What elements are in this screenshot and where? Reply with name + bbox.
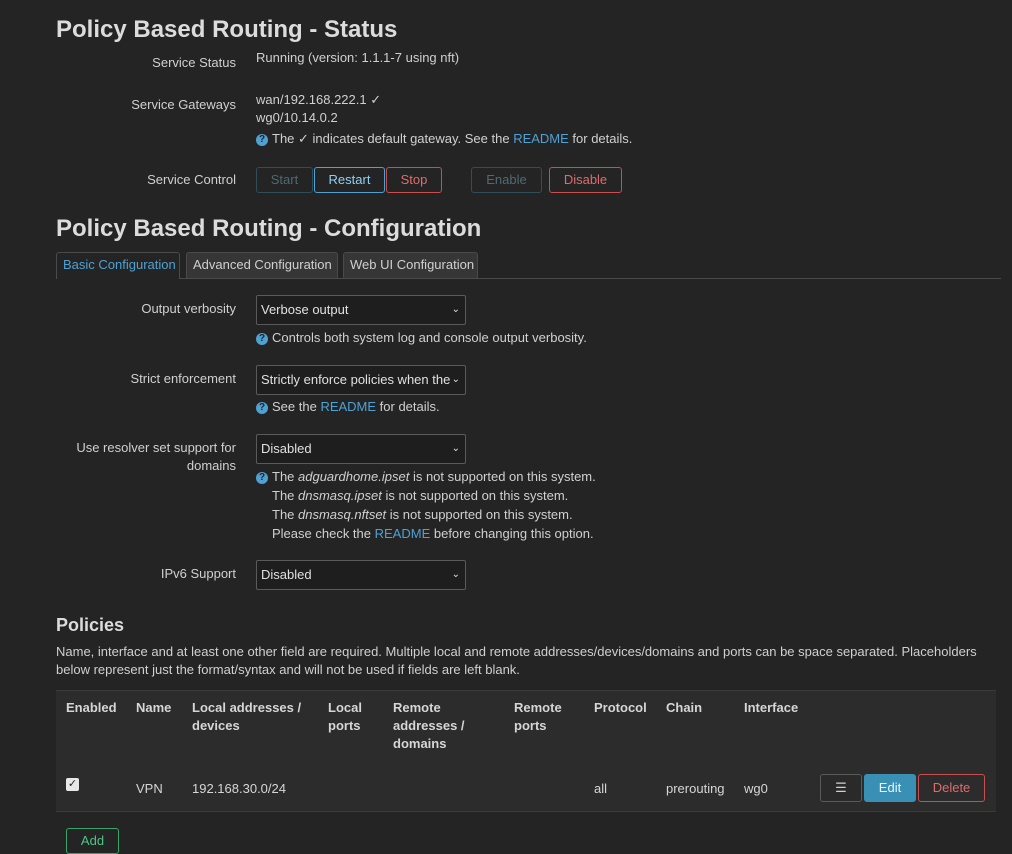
- col-chain: Chain: [666, 700, 703, 715]
- resolver-selected-value: Disabled: [261, 441, 312, 456]
- help-icon: ?: [256, 134, 268, 146]
- text: The: [272, 507, 299, 522]
- restart-button[interactable]: Restart: [314, 167, 385, 193]
- col-remote-ports: Remote ports: [514, 700, 562, 733]
- col-name: Name: [136, 700, 172, 715]
- set-name: adguardhome.ipset: [298, 469, 410, 484]
- drag-menu-button[interactable]: ☰: [820, 774, 862, 802]
- gateway-note: ? The ✓ indicates default gateway. See th…: [256, 129, 632, 148]
- set-name: dnsmasq.nftset: [298, 507, 387, 522]
- service-gateways-label: Service Gateways: [131, 97, 236, 112]
- add-policy-button[interactable]: Add: [66, 828, 119, 854]
- cell-chain: prerouting: [666, 781, 725, 796]
- text: before changing this option.: [430, 526, 594, 541]
- chevron-down-icon: ⌄: [451, 374, 460, 385]
- disable-button[interactable]: Disable: [549, 167, 622, 193]
- enabled-checkbox[interactable]: ✓: [66, 778, 79, 791]
- cell-local-addresses: 192.168.30.0/24: [192, 781, 286, 796]
- resolver-select[interactable]: Disabled ⌄: [256, 434, 466, 464]
- config-tabs: Basic Configuration Advanced Configurati…: [56, 252, 1001, 279]
- text: Please check the: [272, 526, 375, 541]
- text: is not supported on this system.: [386, 507, 573, 522]
- stop-button[interactable]: Stop: [386, 167, 442, 193]
- cell-interface: wg0: [744, 781, 768, 796]
- chevron-down-icon: ⌄: [451, 443, 460, 454]
- table-header: Enabled Name Local addresses / devices L…: [56, 690, 996, 766]
- help-icon: ?: [256, 472, 268, 484]
- strict-desc-text: See the: [272, 399, 321, 414]
- text: The: [272, 488, 299, 503]
- resolver-line-4: Please check the README before changing …: [256, 524, 596, 543]
- tab-basic-configuration[interactable]: Basic Configuration: [56, 252, 180, 279]
- verbosity-select[interactable]: Verbose output ⌄: [256, 295, 466, 325]
- text: is not supported on this system.: [409, 469, 596, 484]
- ipv6-select[interactable]: Disabled ⌄: [256, 560, 466, 590]
- edit-button[interactable]: Edit: [864, 774, 916, 802]
- gateway-wan: wan/192.168.222.1 ✓: [256, 92, 382, 107]
- col-interface: Interface: [744, 700, 799, 715]
- gateway-wg0: wg0/10.14.0.2: [256, 110, 338, 125]
- col-local-addresses: Local addresses / devices: [192, 700, 302, 733]
- verbosity-selected-value: Verbose output: [261, 302, 349, 317]
- text: is not supported on this system.: [381, 488, 569, 503]
- help-icon: ?: [256, 333, 268, 345]
- ipv6-selected-value: Disabled: [261, 567, 312, 582]
- gateway-note-text: The ✓ indicates default gateway. See the: [272, 131, 514, 146]
- resolver-label: Use resolver set support for domains: [76, 440, 236, 473]
- verbosity-desc-text: Controls both system log and console out…: [272, 330, 587, 345]
- set-name: dnsmasq.ipset: [298, 488, 382, 503]
- tab-web-ui-configuration[interactable]: Web UI Configuration: [343, 252, 478, 278]
- policies-description: Name, interface and at least one other f…: [56, 644, 977, 677]
- policies-title: Policies: [56, 615, 125, 635]
- status-title: Policy Based Routing - Status: [56, 16, 398, 43]
- help-icon: ?: [256, 402, 268, 414]
- col-enabled: Enabled: [66, 700, 117, 715]
- strict-selected-value: Strictly enforce policies when the: [261, 372, 451, 387]
- col-remote-addresses: Remote addresses / domains: [393, 700, 465, 751]
- chevron-down-icon: ⌄: [451, 304, 460, 315]
- chevron-down-icon: ⌄: [451, 569, 460, 580]
- ipv6-label: IPv6 Support: [160, 566, 236, 581]
- resolver-line-3: The dnsmasq.nftset is not supported on t…: [256, 505, 596, 524]
- readme-link[interactable]: README: [320, 399, 376, 414]
- gateway-note-suffix: for details.: [568, 131, 633, 146]
- table-row: ✓ VPN 192.168.30.0/24 all prerouting wg0…: [56, 765, 996, 812]
- readme-link[interactable]: README: [513, 131, 569, 146]
- service-status-label: Service Status: [152, 55, 236, 70]
- resolver-description: ? The adguardhome.ipset is not supported …: [256, 467, 596, 543]
- strict-description: ? See the README for details.: [256, 397, 440, 416]
- verbosity-description: ? Controls both system log and console ou…: [256, 328, 587, 347]
- col-protocol: Protocol: [594, 700, 647, 715]
- readme-link[interactable]: README: [375, 526, 431, 541]
- strict-label: Strict enforcement: [130, 371, 237, 386]
- resolver-line-2: The dnsmasq.ipset is not supported on th…: [256, 486, 596, 505]
- text: The: [272, 469, 299, 484]
- resolver-line-1: ? The adguardhome.ipset is not supported …: [256, 467, 596, 486]
- start-button[interactable]: Start: [256, 167, 313, 193]
- service-control-label: Service Control: [147, 172, 236, 187]
- config-title: Policy Based Routing - Configuration: [56, 215, 482, 242]
- verbosity-label: Output verbosity: [141, 301, 236, 316]
- policies-table: Enabled Name Local addresses / devices L…: [56, 690, 996, 812]
- service-status-value: Running (version: 1.1.1-7 using nft): [256, 50, 460, 65]
- enable-button[interactable]: Enable: [471, 167, 542, 193]
- tab-advanced-configuration[interactable]: Advanced Configuration: [186, 252, 338, 278]
- delete-button[interactable]: Delete: [918, 774, 985, 802]
- strict-desc-suffix: for details.: [376, 399, 440, 414]
- cell-protocol: all: [594, 781, 608, 796]
- cell-name: VPN: [136, 781, 163, 796]
- strict-select[interactable]: Strictly enforce policies when the ⌄: [256, 365, 466, 395]
- col-local-ports: Local ports: [328, 700, 362, 733]
